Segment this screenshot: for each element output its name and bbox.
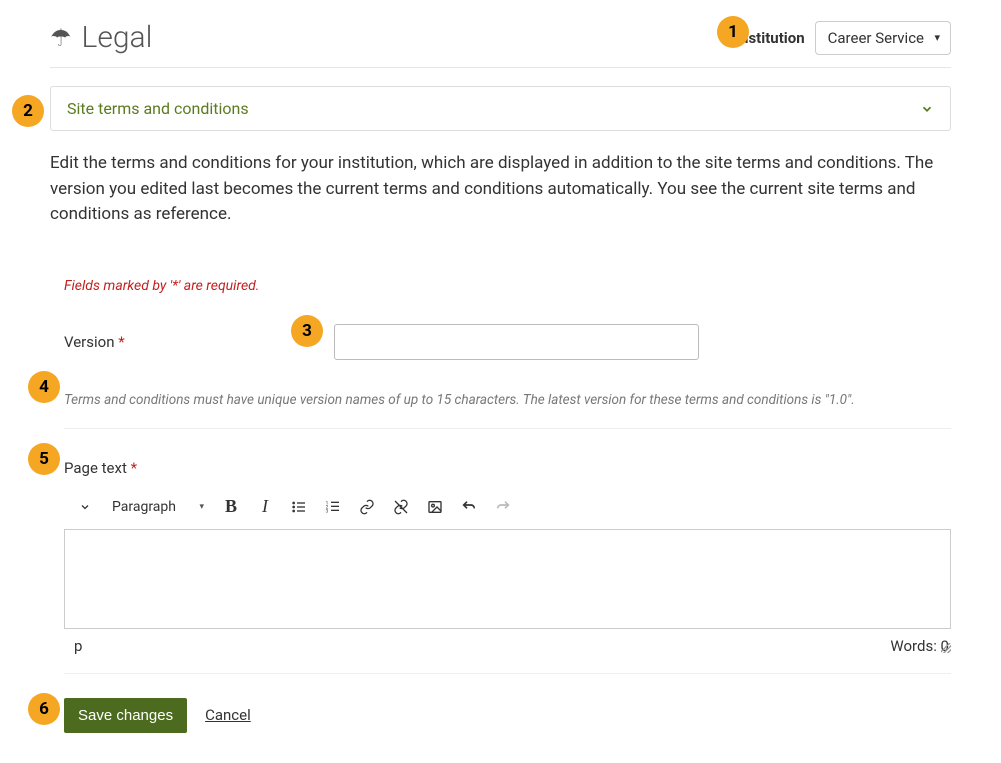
callout-5: 5 bbox=[28, 443, 60, 475]
toolbar-expand-button[interactable] bbox=[70, 493, 100, 521]
image-button[interactable] bbox=[420, 493, 450, 521]
editor-path: p bbox=[74, 637, 82, 655]
required-star: * bbox=[131, 459, 137, 477]
callout-2: 2 bbox=[12, 95, 44, 127]
numbered-list-button[interactable]: 123 bbox=[318, 493, 348, 521]
cancel-link[interactable]: Cancel bbox=[205, 706, 251, 724]
callout-3: 3 bbox=[291, 315, 323, 347]
redo-button bbox=[488, 493, 518, 521]
link-button[interactable] bbox=[352, 493, 382, 521]
chevron-down-icon bbox=[920, 102, 934, 116]
intro-text: Edit the terms and conditions for your i… bbox=[50, 151, 951, 228]
editor-status-bar: p Words: 0 bbox=[64, 637, 951, 674]
version-field-row: Version * bbox=[64, 324, 951, 360]
editor-toolbar: Paragraph ▾ B I 123 bbox=[64, 489, 951, 529]
save-button[interactable]: Save changes bbox=[64, 698, 187, 733]
editor-textarea[interactable] bbox=[64, 529, 951, 629]
version-help-text: Terms and conditions must have unique ve… bbox=[64, 390, 951, 429]
institution-selected-value: Career Service bbox=[828, 29, 924, 47]
required-star: * bbox=[118, 333, 124, 351]
callout-1: 1 bbox=[717, 16, 749, 48]
page-title-text: Legal bbox=[82, 20, 153, 55]
form-actions: Save changes Cancel bbox=[64, 698, 951, 733]
undo-button[interactable] bbox=[454, 493, 484, 521]
caret-down-icon: ▾ bbox=[199, 502, 204, 512]
resize-handle-icon[interactable] bbox=[941, 643, 951, 653]
bullet-list-button[interactable] bbox=[284, 493, 314, 521]
callout-6: 6 bbox=[28, 693, 60, 725]
institution-select[interactable]: Career Service bbox=[815, 21, 951, 55]
institution-selector-wrap: Institution Career Service bbox=[736, 21, 951, 55]
page-header: ☂ Legal Institution Career Service bbox=[50, 20, 951, 68]
svg-text:3: 3 bbox=[326, 508, 329, 514]
bold-button[interactable]: B bbox=[216, 493, 246, 521]
italic-button[interactable]: I bbox=[250, 493, 280, 521]
required-note: Fields marked by '*' are required. bbox=[64, 278, 951, 294]
umbrella-icon: ☂ bbox=[50, 24, 72, 52]
version-input[interactable] bbox=[334, 324, 699, 360]
accordion-title: Site terms and conditions bbox=[67, 99, 249, 118]
callout-4: 4 bbox=[28, 371, 60, 403]
pagetext-label: Page text * bbox=[64, 459, 951, 477]
page-title: ☂ Legal bbox=[50, 20, 152, 55]
accordion-site-terms[interactable]: Site terms and conditions bbox=[50, 86, 951, 131]
unlink-button[interactable] bbox=[386, 493, 416, 521]
toolbar-paragraph-select[interactable]: Paragraph ▾ bbox=[104, 496, 212, 518]
